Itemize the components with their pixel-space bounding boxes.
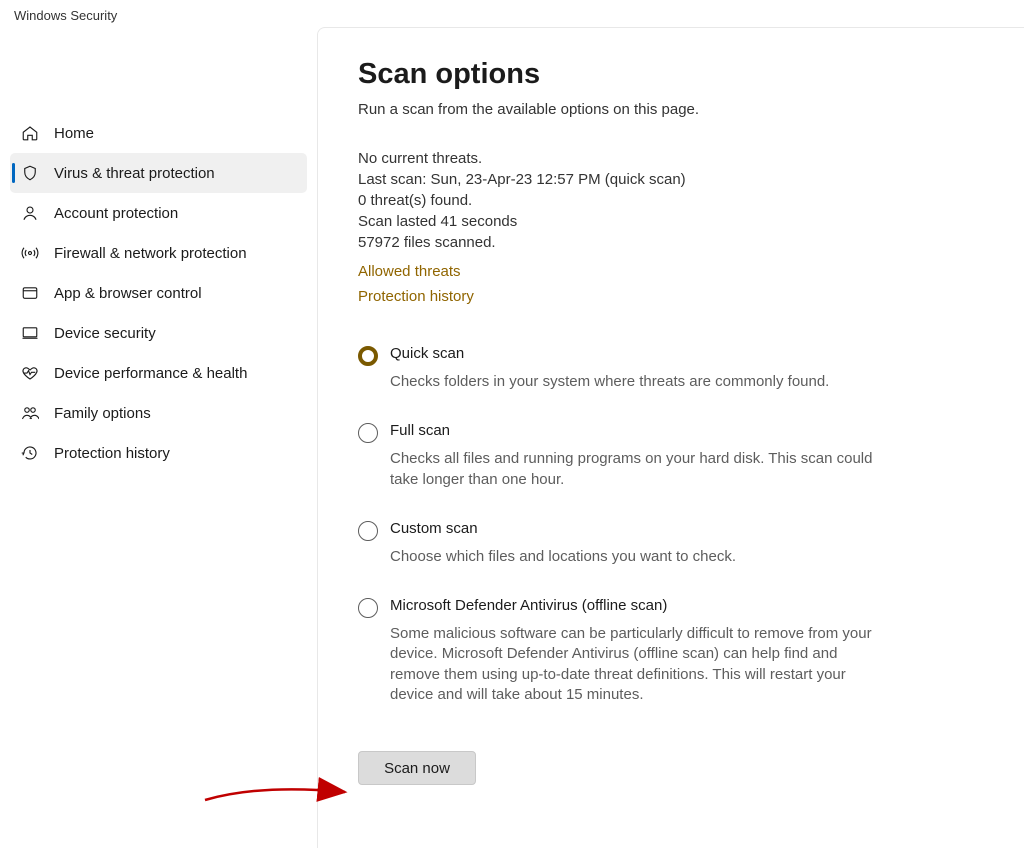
status-block: No current threats. Last scan: Sun, 23-A…	[358, 148, 984, 253]
sidebar-item-label: Account protection	[54, 205, 178, 222]
antenna-icon	[20, 243, 40, 263]
sidebar-item-firewall[interactable]: Firewall & network protection	[10, 233, 307, 273]
heart-icon	[20, 363, 40, 383]
sidebar-item-app-browser[interactable]: App & browser control	[10, 273, 307, 313]
nav-menu-button[interactable]	[10, 73, 50, 109]
status-found: 0 threat(s) found.	[358, 190, 984, 211]
sidebar-item-device-security[interactable]: Device security	[10, 313, 307, 353]
main-panel: Scan options Run a scan from the availab…	[317, 27, 1024, 848]
sidebar-nav: Home Virus & threat protection Account p…	[6, 113, 311, 473]
option-desc: Choose which files and locations you wan…	[390, 547, 878, 567]
option-title: Full scan	[390, 422, 878, 439]
family-icon	[20, 403, 40, 423]
status-last-scan: Last scan: Sun, 23-Apr-23 12:57 PM (quic…	[358, 169, 984, 190]
window-title: Windows Security	[0, 0, 1024, 27]
option-title: Quick scan	[390, 345, 878, 362]
sidebar-item-family[interactable]: Family options	[10, 393, 307, 433]
scan-options-group: Quick scan Checks folders in your system…	[358, 345, 984, 705]
history-icon	[20, 443, 40, 463]
device-icon	[20, 323, 40, 343]
status-files: 57972 files scanned.	[358, 232, 984, 253]
sidebar-item-home[interactable]: Home	[10, 113, 307, 153]
option-quick-scan[interactable]: Quick scan Checks folders in your system…	[358, 345, 878, 392]
sidebar-item-account[interactable]: Account protection	[10, 193, 307, 233]
sidebar-item-label: Protection history	[54, 445, 170, 462]
sidebar-item-protection-history[interactable]: Protection history	[10, 433, 307, 473]
person-icon	[20, 203, 40, 223]
window: Windows Security Home	[0, 0, 1024, 848]
browser-icon	[20, 283, 40, 303]
status-threats: No current threats.	[358, 148, 984, 169]
option-title: Custom scan	[390, 520, 878, 537]
sidebar-item-label: Home	[54, 125, 94, 142]
option-title: Microsoft Defender Antivirus (offline sc…	[390, 597, 878, 614]
option-custom-scan[interactable]: Custom scan Choose which files and locat…	[358, 520, 878, 567]
option-offline-scan[interactable]: Microsoft Defender Antivirus (offline sc…	[358, 597, 878, 705]
sidebar: Home Virus & threat protection Account p…	[0, 27, 317, 848]
shield-icon	[20, 163, 40, 183]
sidebar-item-label: Family options	[54, 405, 151, 422]
back-button[interactable]	[10, 33, 50, 69]
radio-offline-scan[interactable]	[358, 598, 378, 618]
allowed-threats-link[interactable]: Allowed threats	[358, 263, 984, 280]
option-full-scan[interactable]: Full scan Checks all files and running p…	[358, 422, 878, 490]
radio-custom-scan[interactable]	[358, 521, 378, 541]
option-desc: Some malicious software can be particula…	[390, 624, 878, 705]
sidebar-item-device-perf[interactable]: Device performance & health	[10, 353, 307, 393]
home-icon	[20, 123, 40, 143]
sidebar-item-virus-threat[interactable]: Virus & threat protection	[10, 153, 307, 193]
radio-quick-scan[interactable]	[358, 346, 378, 366]
protection-history-link[interactable]: Protection history	[358, 288, 984, 305]
option-desc: Checks all files and running programs on…	[390, 449, 878, 490]
sidebar-item-label: Virus & threat protection	[54, 165, 215, 182]
scan-now-button[interactable]: Scan now	[358, 751, 476, 785]
status-duration: Scan lasted 41 seconds	[358, 211, 984, 232]
sidebar-item-label: Firewall & network protection	[54, 245, 247, 262]
option-desc: Checks folders in your system where thre…	[390, 372, 878, 392]
sidebar-item-label: Device security	[54, 325, 156, 342]
sidebar-item-label: App & browser control	[54, 285, 202, 302]
radio-full-scan[interactable]	[358, 423, 378, 443]
page-title: Scan options	[358, 58, 984, 91]
sidebar-item-label: Device performance & health	[54, 365, 247, 382]
page-subtitle: Run a scan from the available options on…	[358, 101, 984, 118]
